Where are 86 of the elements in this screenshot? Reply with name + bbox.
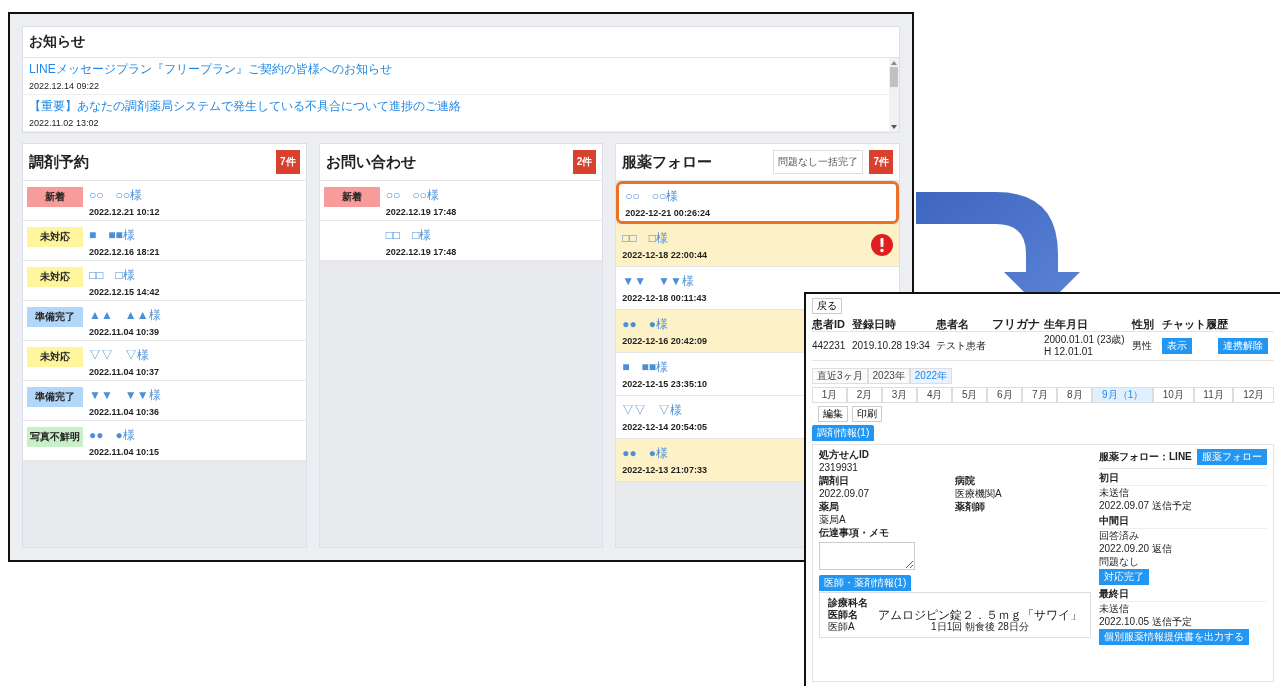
timestamp: 2022.11.04 10:15 — [89, 447, 160, 457]
column-header: フリガナ — [992, 317, 1044, 332]
status-badge: 未対応 — [27, 347, 83, 367]
patient-name: □□ □様 — [622, 230, 669, 247]
patient-name: ○○ ○○様 — [625, 187, 679, 205]
panel-title: お問い合わせ — [325, 152, 417, 172]
table-cell: 2019.10.28 19:34 — [852, 332, 936, 361]
timestamp: 2022.12.16 18:21 — [89, 247, 160, 257]
field-value: 2319931 — [819, 462, 859, 474]
stage-status: 問題なし — [1099, 556, 1140, 568]
column-header: 患者名 — [936, 317, 992, 332]
timestamp: 2022.11.04 10:37 — [89, 367, 160, 377]
table-cell-text: 2000.01.01 (23歳) — [1044, 334, 1126, 346]
timestamp: 2022-12-16 20:42:09 — [622, 336, 707, 346]
patient-name: ▽▽ ▽様 — [622, 402, 683, 419]
timestamp: 2022.12.15 14:42 — [89, 287, 160, 297]
status-badge: 新着 — [323, 187, 380, 207]
count-badge: 7件 — [276, 150, 300, 174]
field-label: 処方せんID — [819, 449, 870, 461]
panel-title: お知らせ — [23, 27, 899, 58]
count-badge: 2件 — [572, 150, 597, 174]
timestamp: 2022-12-13 21:07:33 — [622, 465, 707, 475]
status-badge: 未対応 — [27, 267, 83, 287]
column-header: 生年月日 — [1044, 317, 1132, 332]
status-badge: 新着 — [27, 187, 83, 207]
timestamp: 2022.11.02 13:02 — [29, 118, 100, 128]
column-header: 性別 — [1132, 317, 1162, 332]
timestamp: 2022-12-18 22:00:44 — [622, 250, 707, 260]
dosage-text: 1日1回 朝食後 28日分 — [931, 621, 1029, 633]
panel-title: 服薬フォロー — [622, 152, 714, 172]
status-badge: 準備完了 — [27, 387, 83, 407]
stage-status: 2022.09.07 送信予定 — [1099, 500, 1193, 512]
timestamp: 2022.12.14 09:22 — [29, 81, 101, 91]
stage-status: 未送信 — [1099, 603, 1130, 615]
field-value: 医療機関A — [955, 488, 1003, 500]
table-cell: テスト患者 — [936, 332, 992, 361]
drug-name: アムロジピン錠２．５ｍｇ「サワイ」 — [878, 609, 1082, 621]
timestamp: 2022-12-18 00:11:43 — [622, 293, 707, 303]
count-badge: 7件 — [869, 150, 893, 174]
patient-name: ▼▼ ▼▼様 — [622, 273, 694, 290]
field-label: 薬局 — [819, 501, 840, 513]
table-cell: 442231 — [812, 332, 852, 361]
status-badge: 未対応 — [27, 227, 83, 247]
timestamp: 2022-12-15 23:35:10 — [622, 379, 707, 389]
patient-name: ■ ■■様 — [89, 227, 135, 244]
patient-name: ▼▼ ▼▼様 — [89, 387, 161, 404]
follow-title: 服薬フォロー：LINE — [1099, 451, 1192, 463]
field-label: 伝達事項・メモ — [819, 527, 890, 539]
stage-status: 回答済み — [1099, 530, 1140, 542]
field-label: 病院 — [955, 475, 976, 487]
stage-title: 最終日 — [1099, 586, 1267, 602]
field-value: 医師A — [828, 621, 856, 633]
stage-status: 2022.10.05 送信予定 — [1099, 616, 1193, 628]
timestamp: 2022-12-14 20:54:05 — [622, 422, 707, 432]
column-header: 登録日時 — [852, 317, 936, 332]
patient-name: ●● ●様 — [622, 316, 669, 333]
timestamp: 2022.12.19 17:48 — [385, 207, 457, 217]
field-value: 薬局A — [819, 514, 847, 526]
timestamp: 2022-12-21 00:26:24 — [625, 207, 710, 218]
patient-name: ▽▽ ▽様 — [89, 347, 149, 364]
timestamp: 2022.11.04 10:39 — [89, 327, 160, 337]
patient-name: □□ □様 — [89, 267, 135, 284]
stage-status: 2022.09.20 返信 — [1099, 543, 1173, 555]
timestamp: 2022.11.04 10:36 — [89, 407, 160, 417]
patient-name: ○○ ○○様 — [385, 187, 439, 204]
column-header: 患者ID — [812, 317, 852, 332]
patient-name: ○○ ○○様 — [89, 187, 142, 204]
stage-title: 中間日 — [1099, 513, 1267, 529]
table-cell-text: H 12.01.01 — [1044, 346, 1094, 358]
field-value: 2022.09.07 — [819, 488, 871, 500]
field-label: 診療科名 — [828, 597, 868, 609]
stage-title: 初日 — [1099, 470, 1267, 486]
timestamp: 2022.12.19 17:48 — [385, 247, 457, 257]
stage-status: 未送信 — [1099, 487, 1130, 499]
status-badge: 写真不鮮明 — [27, 427, 83, 447]
patient-name: ▲▲ ▲▲様 — [89, 307, 161, 324]
patient-name: ●● ●様 — [89, 427, 135, 444]
status-badge: 準備完了 — [27, 307, 83, 327]
field-label: 薬剤師 — [955, 501, 986, 513]
panel-title: 調剤予約 — [29, 152, 90, 172]
patient-name: ●● ●様 — [622, 445, 669, 462]
timestamp: 2022.12.21 10:12 — [89, 207, 160, 217]
column-header: チャット履歴 — [1162, 317, 1274, 332]
patient-name: ■ ■■様 — [622, 359, 669, 376]
field-label: 医師名 — [828, 609, 859, 621]
patient-name: □□ □様 — [385, 227, 432, 244]
